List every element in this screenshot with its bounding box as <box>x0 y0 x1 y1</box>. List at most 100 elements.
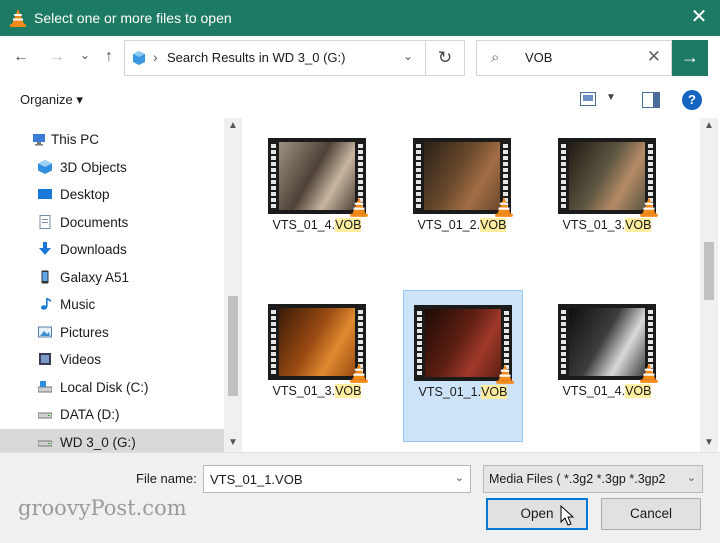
sidebar-item[interactable]: Downloads <box>0 236 224 262</box>
vlc-cone-icon <box>350 363 368 383</box>
sidebar-item[interactable]: Local Disk (C:) <box>0 374 224 400</box>
sidebar-item-label: Downloads <box>60 242 127 257</box>
file-tile[interactable]: VTS_01_3.VOB <box>258 290 376 440</box>
address-path: Search Results in WD 3_0 (G:) <box>167 50 346 65</box>
up-arrow-icon[interactable]: ↑ <box>98 48 120 70</box>
sidebar-item-label: 3D Objects <box>60 159 127 175</box>
refresh-button[interactable]: ↻ <box>426 40 465 76</box>
watermark: groovyPost.com <box>18 496 187 520</box>
help-icon[interactable]: ? <box>682 90 702 110</box>
video-thumbnail <box>558 304 658 383</box>
sidebar-item-label: WD 3_0 (G:) <box>60 434 136 450</box>
sidebar-item-label: Documents <box>60 214 129 230</box>
cube-icon <box>38 159 52 174</box>
scroll-up-icon[interactable]: ▲ <box>228 120 238 131</box>
chevron-down-icon[interactable]: ⌄ <box>687 471 696 484</box>
address-bar[interactable]: › Search Results in WD 3_0 (G:) ⌄ <box>124 40 426 76</box>
scrollbar-thumb[interactable] <box>704 242 714 300</box>
sidebar-item-label: DATA (D:) <box>60 407 120 422</box>
file-tile[interactable]: VTS_01_4.VOB <box>258 124 376 274</box>
organize-menu-button[interactable]: Organize ▾ <box>20 92 83 108</box>
sidebar-item-label: Pictures <box>60 324 109 340</box>
recent-locations-chevron-icon[interactable]: ⌄ <box>74 48 96 70</box>
sidebar-item-label: Music <box>60 297 96 312</box>
downloads-icon <box>38 242 52 256</box>
sidebar-item-label: Galaxy A51 <box>60 269 130 285</box>
pc-icon <box>32 132 46 146</box>
file-name: VTS_01_3.VOB <box>272 384 362 398</box>
video-thumbnail <box>558 138 658 217</box>
file-type-filter-select[interactable]: Media Files ( *.3g2 *.3gp *.3gp2 ⌄ <box>483 465 703 493</box>
scroll-up-icon[interactable]: ▲ <box>704 120 714 131</box>
music-icon <box>38 297 52 311</box>
file-list-scrollbar[interactable]: ▲ ▼ <box>700 118 718 452</box>
file-name-value[interactable]: VTS_01_1.VOB <box>210 472 303 487</box>
sidebar-item[interactable]: 3D Objects <box>0 154 224 180</box>
vlc-cone-icon <box>640 197 658 217</box>
sidebar-item-label: This PC <box>51 132 100 147</box>
scroll-down-icon[interactable]: ▼ <box>704 437 714 448</box>
forward-arrow-icon[interactable]: → <box>46 48 68 70</box>
dialog-title: Select one or more files to open <box>34 10 232 26</box>
search-match-highlight: VOB <box>480 218 507 232</box>
file-tile[interactable]: VTS_01_4.VOB <box>548 290 666 440</box>
sidebar-item[interactable]: Videos <box>0 346 224 372</box>
vlc-cone-icon <box>640 363 658 383</box>
close-icon[interactable]: ✕ <box>688 6 710 28</box>
drive-icon <box>37 435 53 449</box>
local-disk-icon <box>37 380 53 394</box>
chevron-down-icon[interactable]: ⌄ <box>403 49 413 63</box>
video-thumbnail <box>268 304 368 383</box>
clear-search-icon[interactable]: ✕ <box>647 47 661 67</box>
sidebar-item[interactable]: Desktop <box>0 181 224 207</box>
chevron-down-icon[interactable]: ⌄ <box>455 471 464 484</box>
pictures-icon <box>38 325 52 339</box>
sidebar-item[interactable]: This PC <box>0 126 224 152</box>
file-name: VTS_01_1.VOB <box>418 385 508 399</box>
file-tile[interactable]: VTS_01_3.VOB <box>548 124 666 274</box>
file-type-filter-value: Media Files ( *.3g2 *.3gp *.3gp2 <box>489 472 666 486</box>
sidebar-item-label: Videos <box>60 352 102 367</box>
scrollbar-thumb[interactable] <box>228 296 238 396</box>
file-name: VTS_01_4.VOB <box>272 218 362 232</box>
phone-icon <box>38 270 52 284</box>
file-tile[interactable]: VTS_01_2.VOB <box>403 124 521 274</box>
sidebar-item[interactable]: Galaxy A51 <box>0 264 224 290</box>
search-match-highlight: VOB <box>335 384 362 398</box>
search-go-button[interactable]: → <box>672 40 708 76</box>
preview-pane-icon[interactable] <box>642 92 660 108</box>
scroll-down-icon[interactable]: ▼ <box>228 437 238 448</box>
video-thumbnail <box>413 138 513 217</box>
back-arrow-icon[interactable]: ← <box>10 48 32 70</box>
sidebar-item[interactable]: WD 3_0 (G:) <box>0 428 224 455</box>
cancel-button[interactable]: Cancel <box>601 498 701 530</box>
sidebar-item[interactable]: Music <box>0 291 224 317</box>
drive-icon <box>37 407 53 421</box>
mouse-cursor-icon <box>560 505 575 526</box>
navigation-pane-scrollbar[interactable]: ▲ ▼ <box>224 118 242 452</box>
search-location-icon <box>133 51 145 65</box>
file-name-label: File name: <box>136 471 197 486</box>
desktop-icon <box>38 187 52 201</box>
vlc-cone-icon <box>496 364 514 384</box>
file-list: VTS_01_4.VOB VTS_01_2.VOB VTS_01_3.VOB VTS_… <box>242 118 700 452</box>
file-name-input[interactable]: VTS_01_1.VOB ⌄ <box>203 465 471 493</box>
navigation-pane: This PC 3D Objects Desktop Documents Downloa… <box>0 118 224 455</box>
view-dropdown-chevron-icon[interactable]: ▼ <box>606 92 616 103</box>
vlc-cone-icon <box>495 197 513 217</box>
documents-icon <box>38 214 52 229</box>
sidebar-item[interactable]: DATA (D:) <box>0 401 224 427</box>
videos-icon <box>38 352 52 366</box>
sidebar-item[interactable]: Documents <box>0 209 224 235</box>
vlc-cone-icon <box>10 9 26 27</box>
sidebar-item[interactable]: Pictures <box>0 319 224 345</box>
video-thumbnail <box>414 305 514 384</box>
search-box[interactable]: ⌕ VOB ✕ <box>476 40 672 76</box>
file-tile[interactable]: VTS_01_1.VOB <box>403 290 523 442</box>
breadcrumb-separator-icon: › <box>153 49 158 65</box>
sidebar-item-label: Desktop <box>60 187 110 202</box>
view-options-icon[interactable] <box>580 92 596 106</box>
search-input[interactable]: VOB <box>525 50 552 65</box>
file-name: VTS_01_4.VOB <box>562 384 652 398</box>
search-match-highlight: VOB <box>625 218 652 232</box>
